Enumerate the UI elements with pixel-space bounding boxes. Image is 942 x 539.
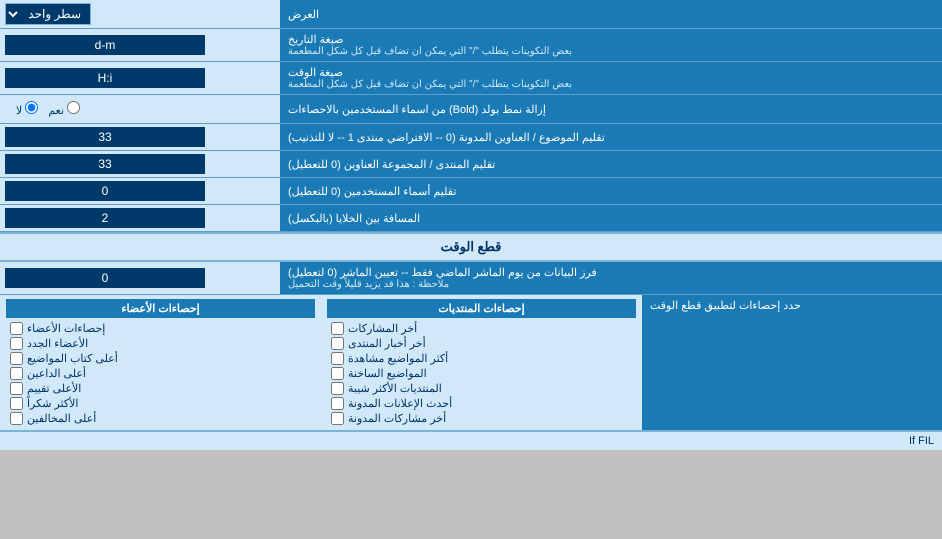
title-row: العرض سطر واحد سطران ثلاثة أسطر (0, 0, 942, 29)
cb-top-violators[interactable] (10, 412, 23, 425)
bold-radio-group: نعم لا (8, 98, 88, 120)
cb-top-rated[interactable] (10, 382, 23, 395)
cb-item: أكثر المواضيع مشاهدة (327, 351, 636, 366)
limit-label: حدد إحصاءات لتطبيق قطع الوقت (642, 295, 942, 430)
dropdown-cell: سطر واحد سطران ثلاثة أسطر (0, 0, 280, 28)
cb-item: إحصاءات الأعضاء (6, 321, 315, 336)
checkboxes-section: حدد إحصاءات لتطبيق قطع الوقت إحصاءات الم… (0, 295, 942, 431)
cb-item: الأكثر شكراً (6, 396, 315, 411)
users-trim-label: تقليم أسماء المستخدمين (0 للتعطيل) (280, 178, 942, 204)
cb-last-blog-posts[interactable] (331, 412, 344, 425)
cb-item: المنتديات الأكثر شيبة (327, 381, 636, 396)
date-format-row: صيغة التاريخ بعض التكوينات يتطلب "/" الت… (0, 29, 942, 62)
cb-most-thanked[interactable] (10, 397, 23, 410)
members-stats-col: إحصاءات الأعضاء إحصاءات الأعضاء الأعضاء … (0, 295, 321, 430)
realtime-row: فرز البيانات من يوم الماشر الماضي فقط --… (0, 262, 942, 295)
cb-item: أعلى الداعين (6, 366, 315, 381)
cb-item: أخر المشاركات (327, 321, 636, 336)
if-fil-text: If FIL (909, 435, 934, 447)
cb-new-members[interactable] (10, 337, 23, 350)
forum-order-input[interactable] (5, 154, 205, 174)
cb-last-posts[interactable] (331, 322, 344, 335)
cb-hot-topics[interactable] (331, 367, 344, 380)
cb-most-popular-forums[interactable] (331, 382, 344, 395)
cb-item: أعلى كتاب المواضيع (6, 351, 315, 366)
forums-stats-header: إحصاءات المنتديات (327, 299, 636, 318)
users-trim-row: تقليم أسماء المستخدمين (0 للتعطيل) (0, 178, 942, 205)
date-format-input[interactable] (5, 35, 205, 55)
space-label: المسافة بين الخلايا (بالبكسل) (280, 205, 942, 231)
users-trim-input[interactable] (5, 181, 205, 201)
if-fil-row: If FIL (0, 431, 942, 450)
cb-top-topic-writers[interactable] (10, 352, 23, 365)
space-input-cell (0, 205, 280, 231)
realtime-section-header: قطع الوقت (0, 232, 942, 262)
time-format-input[interactable] (5, 68, 205, 88)
cb-latest-announcements[interactable] (331, 397, 344, 410)
bold-label: إزالة نمط بولد (Bold) من اسماء المستخدمي… (280, 95, 942, 123)
members-stats-header: إحصاءات الأعضاء (6, 299, 315, 318)
cb-item: أخر مشاركات المدونة (327, 411, 636, 426)
page-container: العرض سطر واحد سطران ثلاثة أسطر صيغة الت… (0, 0, 942, 450)
bold-no-radio[interactable] (25, 101, 38, 114)
bold-no-label: لا (16, 101, 38, 117)
cb-item: المواضيع الساخنة (327, 366, 636, 381)
page-title: العرض (280, 0, 942, 28)
topics-order-label: تقليم الموضوع / العناوين المدونة (0 -- ا… (280, 124, 942, 150)
space-input[interactable] (5, 208, 205, 228)
cb-top-inviters[interactable] (10, 367, 23, 380)
bold-row: إزالة نمط بولد (Bold) من اسماء المستخدمي… (0, 95, 942, 124)
realtime-label: فرز البيانات من يوم الماشر الماضي فقط --… (280, 262, 942, 294)
forum-order-row: تقليم المنتدى / المجموعة العناوين (0 للت… (0, 151, 942, 178)
realtime-input-cell (0, 262, 280, 294)
bold-yes-label: نعم (48, 101, 80, 117)
forums-stats-col: إحصاءات المنتديات أخر المشاركات أخر أخبا… (321, 295, 642, 430)
space-row: المسافة بين الخلايا (بالبكسل) (0, 205, 942, 232)
cb-item: الأعلى تقييم (6, 381, 315, 396)
cb-item: أحدث الإعلانات المدونة (327, 396, 636, 411)
cb-members-stats[interactable] (10, 322, 23, 335)
forum-order-input-cell (0, 151, 280, 177)
date-format-label: صيغة التاريخ بعض التكوينات يتطلب "/" الت… (280, 29, 942, 61)
cb-most-viewed[interactable] (331, 352, 344, 365)
forum-order-label: تقليم المنتدى / المجموعة العناوين (0 للت… (280, 151, 942, 177)
time-format-label: صيغة الوقت بعض التكوينات يتطلب "/" التي … (280, 62, 942, 94)
topics-order-input[interactable] (5, 127, 205, 147)
bold-yes-radio[interactable] (67, 101, 80, 114)
date-format-input-cell (0, 29, 280, 61)
cb-item: أخر أخبار المنتدى (327, 336, 636, 351)
bold-radio-cell: نعم لا (0, 95, 280, 123)
users-trim-input-cell (0, 178, 280, 204)
topics-order-input-cell (0, 124, 280, 150)
cb-forum-news[interactable] (331, 337, 344, 350)
topics-order-row: تقليم الموضوع / العناوين المدونة (0 -- ا… (0, 124, 942, 151)
display-dropdown[interactable]: سطر واحد سطران ثلاثة أسطر (5, 3, 91, 25)
realtime-input[interactable] (5, 268, 205, 288)
cb-item: أعلى المخالفين (6, 411, 315, 426)
cb-item: الأعضاء الجدد (6, 336, 315, 351)
time-format-row: صيغة الوقت بعض التكوينات يتطلب "/" التي … (0, 62, 942, 95)
time-format-input-cell (0, 62, 280, 94)
